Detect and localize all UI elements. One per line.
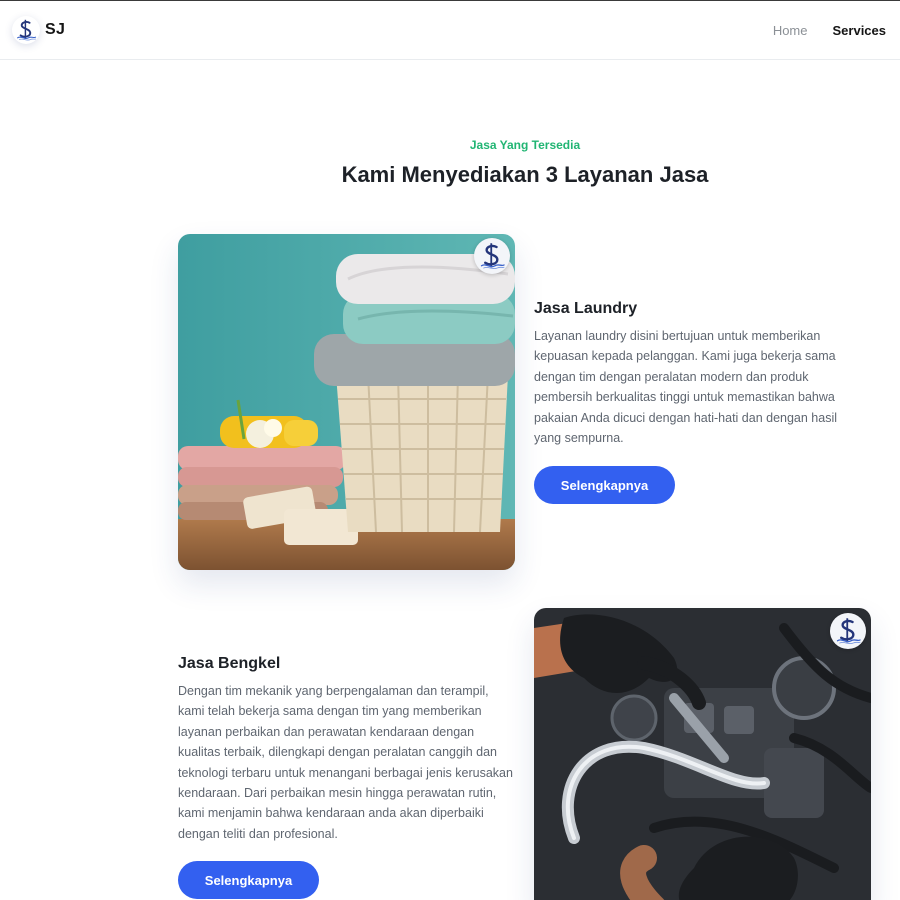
brand-name: SJ (45, 21, 66, 38)
section-eyebrow: Jasa Yang Tersedia (469, 138, 581, 152)
dollar-s-logo-icon (830, 613, 866, 649)
nav-home-link[interactable]: Home (773, 23, 808, 38)
service-desc-bengkel: Dengan tim mekanik yang berpengalaman da… (178, 684, 513, 841)
dollar-s-logo-icon (12, 16, 40, 44)
section-title: Kami Menyediakan 3 Layanan Jasa (341, 162, 709, 187)
service-title-bengkel: Jasa Bengkel (178, 655, 281, 672)
bengkel-more-button[interactable]: Selengkapnya (178, 861, 319, 899)
brand-link[interactable]: SJ (12, 16, 65, 44)
laundry-image (178, 234, 515, 570)
main-nav: Home Services (773, 23, 886, 38)
nav-services-link[interactable]: Services (833, 23, 887, 38)
navbar: SJ Home Services (0, 1, 900, 60)
laundry-more-button[interactable]: Selengkapnya (534, 466, 675, 504)
service-title-laundry: Jasa Laundry (534, 300, 638, 317)
mechanic-image (534, 608, 871, 900)
service-desc-laundry: Layanan laundry disini bertujuan untuk m… (534, 329, 838, 446)
dollar-s-logo-icon (474, 238, 510, 274)
